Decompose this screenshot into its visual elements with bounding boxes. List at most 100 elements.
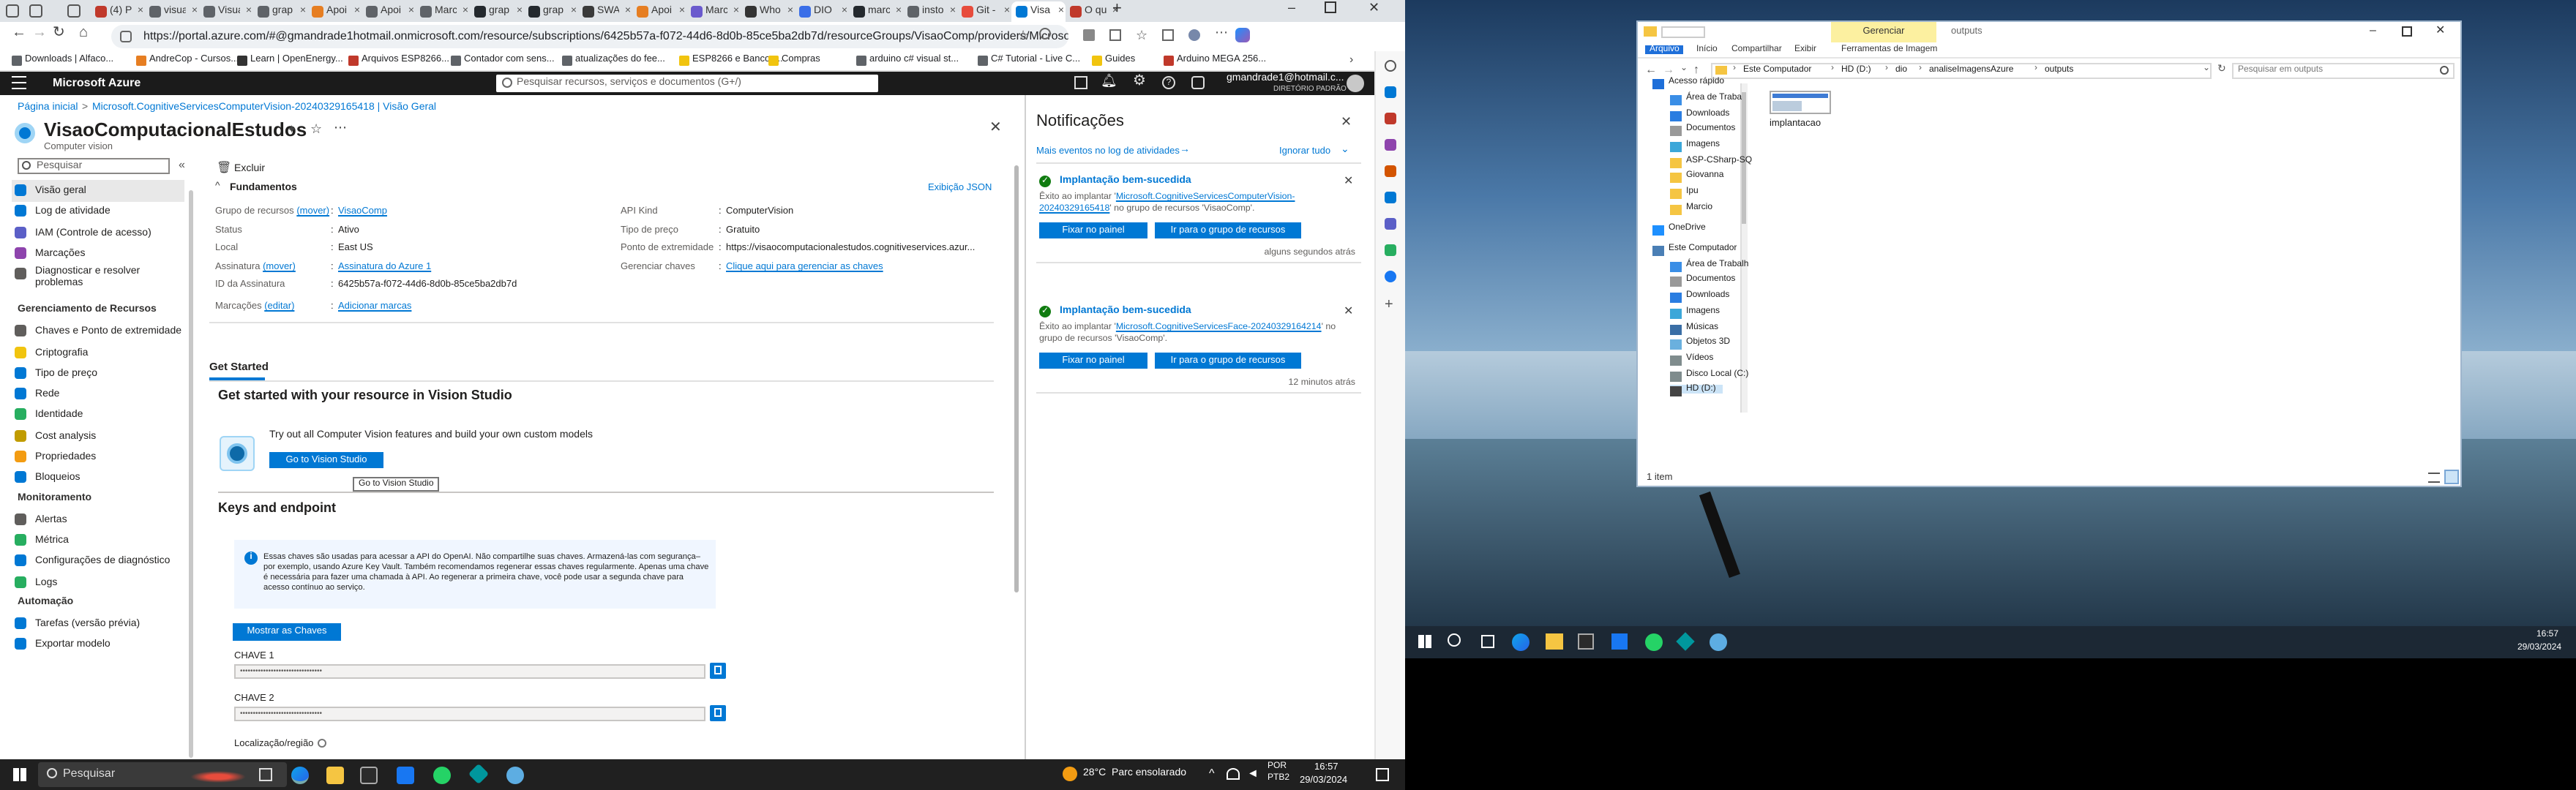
path-dropdown-icon[interactable]: ⌄ <box>2203 63 2210 73</box>
explorer-nav-item[interactable]: Imagens <box>1670 307 1720 319</box>
azure-search-input[interactable]: Pesquisar recursos, serviços e documento… <box>496 75 878 92</box>
tab-close-icon[interactable]: × <box>517 1 523 22</box>
explorer-nav-item[interactable]: Ipu <box>1670 187 1699 199</box>
explorer-maximize-button[interactable] <box>2402 26 2412 37</box>
essentials-value[interactable]: Assinatura do Azure 1 <box>338 262 431 272</box>
taskbar-store-icon[interactable] <box>360 767 378 784</box>
tab-close-icon[interactable]: × <box>679 1 685 22</box>
nav-item[interactable]: Métrica <box>12 530 184 552</box>
close-window-button[interactable]: ✕ <box>1368 0 1379 16</box>
nav-item[interactable]: Cost analysis <box>12 425 184 447</box>
ribbon-tab[interactable]: Arquivo <box>1645 45 1684 54</box>
tray-network-icon[interactable] <box>1227 768 1240 780</box>
tab-close-icon[interactable]: × <box>625 1 631 22</box>
essentials-label-action[interactable]: (editar) <box>264 301 294 312</box>
more-events-link[interactable]: Mais eventos no log de atividades <box>1036 146 1180 157</box>
bookmark-star-icon[interactable]: ☆ <box>1017 28 1029 44</box>
minimize-button[interactable]: – <box>1288 0 1295 15</box>
explorer-nav-item[interactable]: Marcio <box>1670 203 1712 215</box>
bookmark-item[interactable]: C# Tutorial - Live C... <box>978 54 1080 66</box>
tab-close-icon[interactable]: × <box>950 1 956 22</box>
quick-access-toolbar[interactable] <box>1661 26 1705 38</box>
copy-key2-icon[interactable] <box>710 705 726 721</box>
search-icon-right[interactable] <box>1448 633 1461 647</box>
tab-get-started[interactable]: Get Started <box>209 360 269 373</box>
tray-chevron-icon[interactable]: ^ <box>1209 767 1215 780</box>
nav-item[interactable]: Identidade <box>12 405 184 426</box>
tab-close-icon[interactable]: × <box>300 1 306 22</box>
more-bookmarks-icon[interactable]: › <box>1349 53 1353 66</box>
chevron-down-icon[interactable]: ⌄ <box>1341 143 1349 155</box>
explorer-close-button[interactable]: ✕ <box>2435 23 2445 37</box>
bookmark-item[interactable]: Guides <box>1092 54 1135 66</box>
file-name[interactable]: implantacao <box>1770 118 1821 129</box>
key1-field[interactable]: •••••••••••••••••••••••••••••••• <box>234 664 705 679</box>
pin-to-dashboard-button[interactable]: Fixar no painel <box>1039 222 1147 238</box>
large-icons-view-icon[interactable] <box>2444 470 2459 484</box>
more-actions-icon[interactable]: ⋯ <box>334 120 347 136</box>
tab-close-icon[interactable]: × <box>192 1 198 22</box>
azure-brand[interactable]: Microsoft Azure <box>53 76 141 89</box>
browser-tab[interactable]: grap × <box>253 1 307 22</box>
tab-close-icon[interactable]: × <box>1058 1 1064 22</box>
nav-item[interactable]: Propriedades <box>12 446 184 468</box>
help-icon[interactable]: ? <box>1162 76 1175 89</box>
sidebar-search-icon[interactable] <box>1385 60 1396 72</box>
user-email[interactable]: gmandrade1@hotmail.c... <box>1227 73 1344 83</box>
avatar[interactable] <box>1347 75 1364 92</box>
explorer-nav-item[interactable]: Objetos 3D <box>1670 338 1730 350</box>
up-icon[interactable]: ↑ <box>1693 63 1699 76</box>
taskbar-right-time[interactable]: 16:57 <box>2536 631 2558 639</box>
taskbar-explorer-icon[interactable] <box>326 767 344 784</box>
browser-tab[interactable]: DIO × <box>795 1 849 22</box>
ribbon-tab[interactable]: Ferramentas de Imagem <box>1841 45 1937 54</box>
lang-indicator[interactable]: POR <box>1268 762 1287 771</box>
sidebar-shopping-icon[interactable] <box>1385 86 1396 98</box>
explorer-forward-icon[interactable]: → <box>1663 63 1674 76</box>
nav-item[interactable]: IAM (Controle de acesso) <box>12 222 184 244</box>
sidebar-games-icon[interactable] <box>1385 139 1396 151</box>
browser-tab[interactable]: Apoi × <box>307 1 362 22</box>
dismiss-notification-icon[interactable]: ✕ <box>1344 304 1353 317</box>
favorite-star-icon[interactable]: ☆ <box>310 121 322 138</box>
explorer-nav-item[interactable]: Imagens <box>1670 140 1720 152</box>
nav-item[interactable]: Alertas <box>12 508 184 530</box>
nav-item[interactable]: Tipo de preço <box>12 363 184 385</box>
essentials-label-action[interactable]: (mover) <box>296 206 329 217</box>
ignore-all-link[interactable]: Ignorar tudo <box>1279 146 1330 157</box>
nav-scrollbar[interactable] <box>189 190 193 758</box>
nav-item[interactable]: Rede <box>12 383 184 405</box>
path-segment[interactable]: outputs <box>2045 66 2073 75</box>
collections-icon[interactable] <box>1162 29 1174 41</box>
notification-center-icon[interactable] <box>1376 768 1389 781</box>
task-view-icon[interactable] <box>259 768 272 781</box>
lang-layout[interactable]: PTB2 <box>1268 774 1289 783</box>
sidebar-teams-icon[interactable] <box>1385 218 1396 230</box>
explorer-nav-item[interactable]: Downloads <box>1670 110 1729 121</box>
copilot-icon[interactable] <box>1235 28 1250 42</box>
maximize-button[interactable] <box>1325 1 1336 13</box>
nav-item[interactable]: Exportar modelo <box>12 633 184 655</box>
sidebar-telegram-icon[interactable] <box>1385 244 1396 256</box>
explorer-nav-item[interactable]: OneDrive <box>1652 224 1706 236</box>
taskbar-right-date[interactable]: 29/03/2024 <box>2517 644 2561 652</box>
tab-close-icon[interactable]: × <box>408 1 414 22</box>
explorer-nav-item[interactable]: Documentos <box>1670 275 1735 287</box>
path-segment[interactable]: dio <box>1895 66 1907 75</box>
taskbar-app-icon[interactable] <box>506 767 524 784</box>
path-separator[interactable]: › <box>1919 64 1922 73</box>
collapse-nav-icon[interactable]: « <box>179 158 185 171</box>
bookmark-item[interactable]: Arduino MEGA 256... <box>1164 54 1266 66</box>
cloud-shell-icon[interactable] <box>1074 76 1087 89</box>
key2-field[interactable]: •••••••••••••••••••••••••••••••• <box>234 707 705 721</box>
bookmark-item[interactable]: atualizações do fee... <box>562 54 665 66</box>
explorer-nav-item[interactable]: Acesso rápido <box>1652 78 1724 89</box>
forward-icon[interactable]: → <box>32 25 47 41</box>
essentials-value[interactable]: Adicionar marcas <box>338 301 411 312</box>
path-separator[interactable]: › <box>1885 64 1888 73</box>
sidebar-tools-icon[interactable] <box>1385 113 1396 124</box>
tab-close-icon[interactable]: × <box>571 1 577 22</box>
dismiss-notification-icon[interactable]: ✕ <box>1344 174 1353 187</box>
explorer-nav-item[interactable]: HD (D:) <box>1670 385 1723 396</box>
essentials-label-action[interactable]: (mover) <box>263 262 296 272</box>
